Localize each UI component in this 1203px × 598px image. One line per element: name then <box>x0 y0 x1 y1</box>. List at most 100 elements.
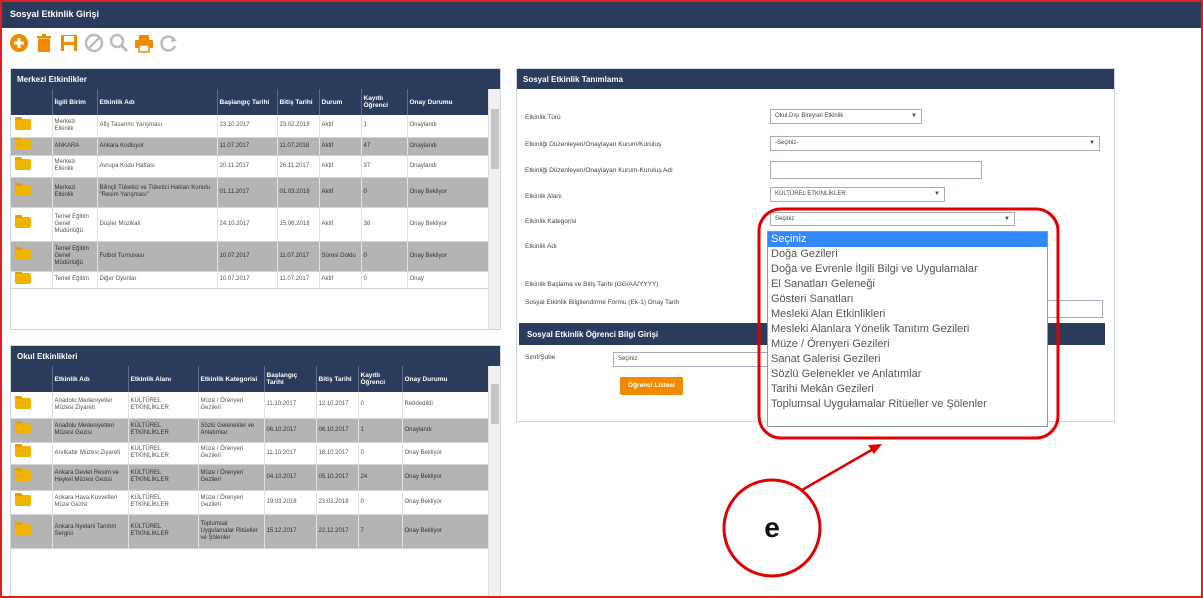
kurum-select[interactable]: -Seçiniz- ▼ <box>770 136 1100 151</box>
table-cell: KÜLTÜREL ETKİNLİKLER <box>128 392 199 419</box>
column-header[interactable]: Başlangıç Tarihi <box>217 89 278 115</box>
column-header[interactable]: Etkinlik Kategorisi <box>198 366 265 392</box>
print-icon[interactable] <box>133 32 155 54</box>
table-row[interactable]: Anadolu Medeniyetleri Müzesi Gezisi KÜLTÜ… <box>11 418 491 443</box>
column-header[interactable]: Kayıtlı Öğrenci <box>361 89 408 115</box>
dropdown-option[interactable]: Gösteri Sanatları <box>768 292 1047 307</box>
table-cell: 23.10.2017 <box>217 115 278 138</box>
alan-select[interactable]: KÜLTÜREL ETKİNLİKLER ▼ <box>770 187 945 202</box>
folder-icon[interactable] <box>15 183 31 196</box>
table-row[interactable]: Ankara Devlet Resim ve Heykel Müzesi Gez… <box>11 464 491 491</box>
kategori-dropdown-list[interactable]: Seçiniz Doğa Gezileri Doğa ve Evrenle İlgi… <box>767 231 1048 427</box>
kurum-label: Etkinliği Düzenleyen/Onaylayan Kurum/Kur… <box>525 141 662 148</box>
okul-scrollbar[interactable] <box>488 366 500 596</box>
table-cell: Toplumsal Uygulamalar Ritüeller ve Şölen… <box>198 514 265 549</box>
column-header[interactable]: Etkinlik Alanı <box>128 366 199 392</box>
tarih-label: Etkinlik Başlama ve Bitiş Tarihi (GG/AA/… <box>525 281 659 288</box>
table-cell: 20.11.2017 <box>217 155 278 178</box>
folder-icon[interactable] <box>15 247 31 260</box>
merkezi-scrollbar[interactable] <box>488 89 500 329</box>
folder-icon[interactable] <box>15 215 31 228</box>
alan-label: Etkinlik Alanı <box>525 193 562 200</box>
dropdown-option[interactable]: Toplumsal Uygulamalar Ritüeller ve Şölen… <box>768 397 1047 412</box>
table-cell: Müze / Örenyeri Gezileri <box>198 392 265 419</box>
chevron-down-icon: ▼ <box>911 113 917 119</box>
arrow-head-icon <box>868 444 882 454</box>
table-cell: 1 <box>358 418 403 443</box>
table-row[interactable]: Ankara Nyelani Tanıtım Sergisi KÜLTÜREL E… <box>11 514 491 549</box>
folder-icon[interactable] <box>15 395 31 409</box>
add-icon[interactable] <box>8 32 30 54</box>
folder-icon[interactable] <box>15 444 31 457</box>
chevron-down-icon: ▼ <box>1004 216 1010 222</box>
column-header[interactable]: Onay Durumu <box>402 366 491 392</box>
kurum-adi-input[interactable] <box>770 161 982 179</box>
table-row[interactable]: Merkezi Etkinlik Bilinçli Tüketici ve Tük… <box>11 177 491 208</box>
table-row[interactable]: Temel Eğitim Genel Müdürlüğü Futbol Turnu… <box>11 241 491 272</box>
save-icon[interactable] <box>58 32 80 54</box>
sube-select[interactable]: Seçiniz <box>613 352 773 367</box>
folder-icon[interactable] <box>15 157 31 170</box>
table-cell: KÜLTÜREL ETKİNLİKLER <box>128 442 199 465</box>
table-cell: 15.06.2018 <box>277 207 320 242</box>
table-cell: Futbol Turnuvası <box>97 241 218 272</box>
table-cell: Onay Bekliyor <box>402 464 491 491</box>
table-cell: Onay Bekliyor <box>402 490 491 515</box>
column-header[interactable]: Bitiş Tarihi <box>316 366 359 392</box>
dropdown-option[interactable]: Tarihi Mekân Gezileri <box>768 382 1047 397</box>
folder-icon[interactable] <box>15 116 31 130</box>
table-cell: 23.03.2018 <box>316 490 359 515</box>
column-header[interactable]: Bitiş Tarihi <box>277 89 320 115</box>
dropdown-option[interactable]: Sanat Galerisi Gezileri <box>768 352 1047 367</box>
table-row[interactable]: Merkezi Etkinlik Avrupa Kodu Haftası 20.11… <box>11 155 491 178</box>
table-cell: 7 <box>358 514 403 549</box>
column-header[interactable]: Etkinlik Adı <box>52 366 129 392</box>
column-header[interactable]: Durum <box>319 89 362 115</box>
table-cell: 04.10.2017 <box>264 464 317 491</box>
table-row[interactable]: Anıtkabir Müzesi Ziyareti KÜLTÜREL ETKİNL… <box>11 442 491 465</box>
kategori-select[interactable]: Seçiniz ▼ <box>770 212 1015 226</box>
dropdown-option[interactable]: Mesleki Alanlara Yönelik Tanıtım Geziler… <box>768 322 1047 337</box>
table-cell: 06.10.2017 <box>316 418 359 443</box>
table-cell: Afiş Tasarımı Yarışması <box>97 115 218 138</box>
dropdown-option[interactable]: Mesleki Alan Etkinlikleri <box>768 307 1047 322</box>
table-row[interactable]: Anadolu Medeniyetler Müzesi Ziyareti KÜLT… <box>11 392 491 419</box>
table-row[interactable]: Merkezi Etkinlik Afiş Tasarımı Yarışması 2… <box>11 115 491 138</box>
column-header[interactable]: Başlangıç Tarihi <box>264 366 317 392</box>
folder-icon[interactable] <box>15 271 31 284</box>
table-row[interactable]: Temel Eğitim Diğer Oyunlar 10.07.2017 11.07… <box>11 271 491 289</box>
column-header[interactable]: Kayıtlı Öğrenci <box>358 366 403 392</box>
dropdown-option[interactable]: Seçiniz <box>768 232 1047 247</box>
column-header[interactable]: İlgili Birim <box>52 89 98 115</box>
table-row[interactable]: ANKARA Ankara Kodluyor 11.07.2017 11.07.201… <box>11 137 491 156</box>
table-cell: Temel Eğitim Genel Müdürlüğü <box>52 207 98 242</box>
table-cell: Ankara Devlet Resim ve Heykel Müzesi Gez… <box>52 464 129 491</box>
dropdown-option[interactable]: Doğa Gezileri <box>768 247 1047 262</box>
table-row[interactable]: Ankara Hava Kuvvetleri Müze Gezisi KÜLTÜR… <box>11 490 491 515</box>
folder-icon[interactable] <box>15 522 31 535</box>
folder-icon[interactable] <box>15 137 31 150</box>
ogrenci-listesi-button[interactable]: Öğrenci Listesi <box>620 377 683 395</box>
folder-icon[interactable] <box>15 468 31 481</box>
table-row[interactable]: Temel Eğitim Genel Müdürlüğü Düşler Müzik… <box>11 207 491 242</box>
form-onay-input[interactable] <box>1047 300 1103 318</box>
table-cell: 11.07.2017 <box>277 241 320 272</box>
dropdown-option[interactable]: Müze / Örenyeri Gezileri <box>768 337 1047 352</box>
cancel-icon[interactable] <box>83 32 105 54</box>
table-cell: 11.10.2017 <box>264 442 317 465</box>
folder-icon[interactable] <box>15 421 31 434</box>
dropdown-option[interactable]: El Sanatları Geleneği <box>768 277 1047 292</box>
etkinlik-turu-select[interactable]: Okul Dışı Bireysel Etkinlik ▼ <box>770 109 922 124</box>
table-cell: Düşler Müzikali <box>97 207 218 242</box>
dropdown-option[interactable]: Sözlü Gelenekler ve Anlatımlar <box>768 367 1047 382</box>
column-header[interactable] <box>11 366 53 392</box>
search-icon[interactable] <box>108 32 130 54</box>
column-header[interactable] <box>11 89 53 115</box>
dropdown-option[interactable]: Doğa ve Evrenle İlgili Bilgi ve Uygulama… <box>768 262 1047 277</box>
folder-icon[interactable] <box>15 493 31 506</box>
column-header[interactable]: Etkinlik Adı <box>97 89 218 115</box>
column-header[interactable]: Onay Durumu <box>407 89 491 115</box>
delete-icon[interactable] <box>33 32 55 54</box>
kategori-label: Etkinlik Kategorisi <box>525 218 577 225</box>
refresh-icon[interactable] <box>158 32 180 54</box>
